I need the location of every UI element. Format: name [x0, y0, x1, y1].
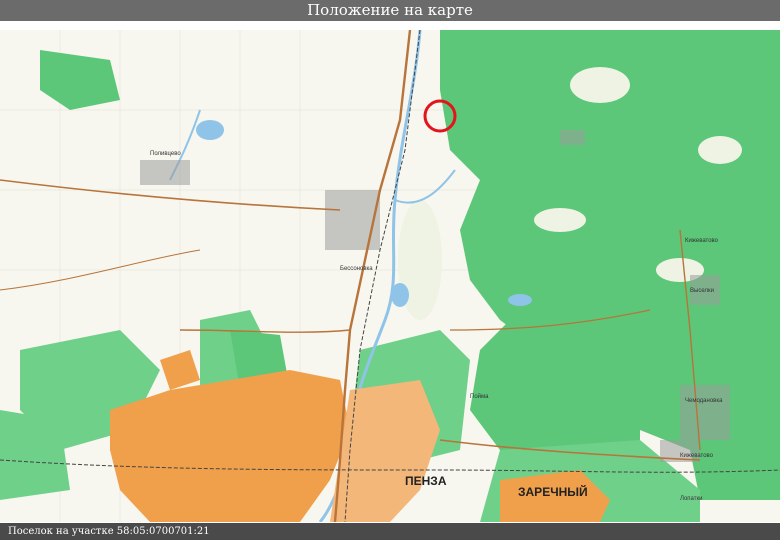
label-lopatki: Лопатки: [680, 496, 702, 502]
label-chemodanovka: Чемодановка: [685, 398, 723, 404]
topographic-map: Поливцево Бессоновка Чемодановка Кижеват…: [0, 30, 780, 522]
label-bessonovka: Бессоновка: [340, 266, 373, 272]
label-polovinkino: Поливцево: [150, 151, 181, 157]
label-penza: ПЕНЗА: [405, 474, 447, 488]
label-kazanka: Кижеватово: [685, 238, 719, 244]
label-zarechny: ЗАРЕЧНЫЙ: [518, 484, 588, 499]
label-poim: Пойма: [470, 393, 489, 400]
label-vyselki: Выселки: [690, 288, 714, 294]
caption-bar: Поселок на участке 58:05:0700701:21: [0, 523, 780, 540]
label-kizhevatovo: Кижеватово: [680, 453, 714, 459]
map-view[interactable]: Поливцево Бессоновка Чемодановка Кижеват…: [0, 30, 780, 522]
page-title: Положение на карте: [0, 0, 780, 21]
